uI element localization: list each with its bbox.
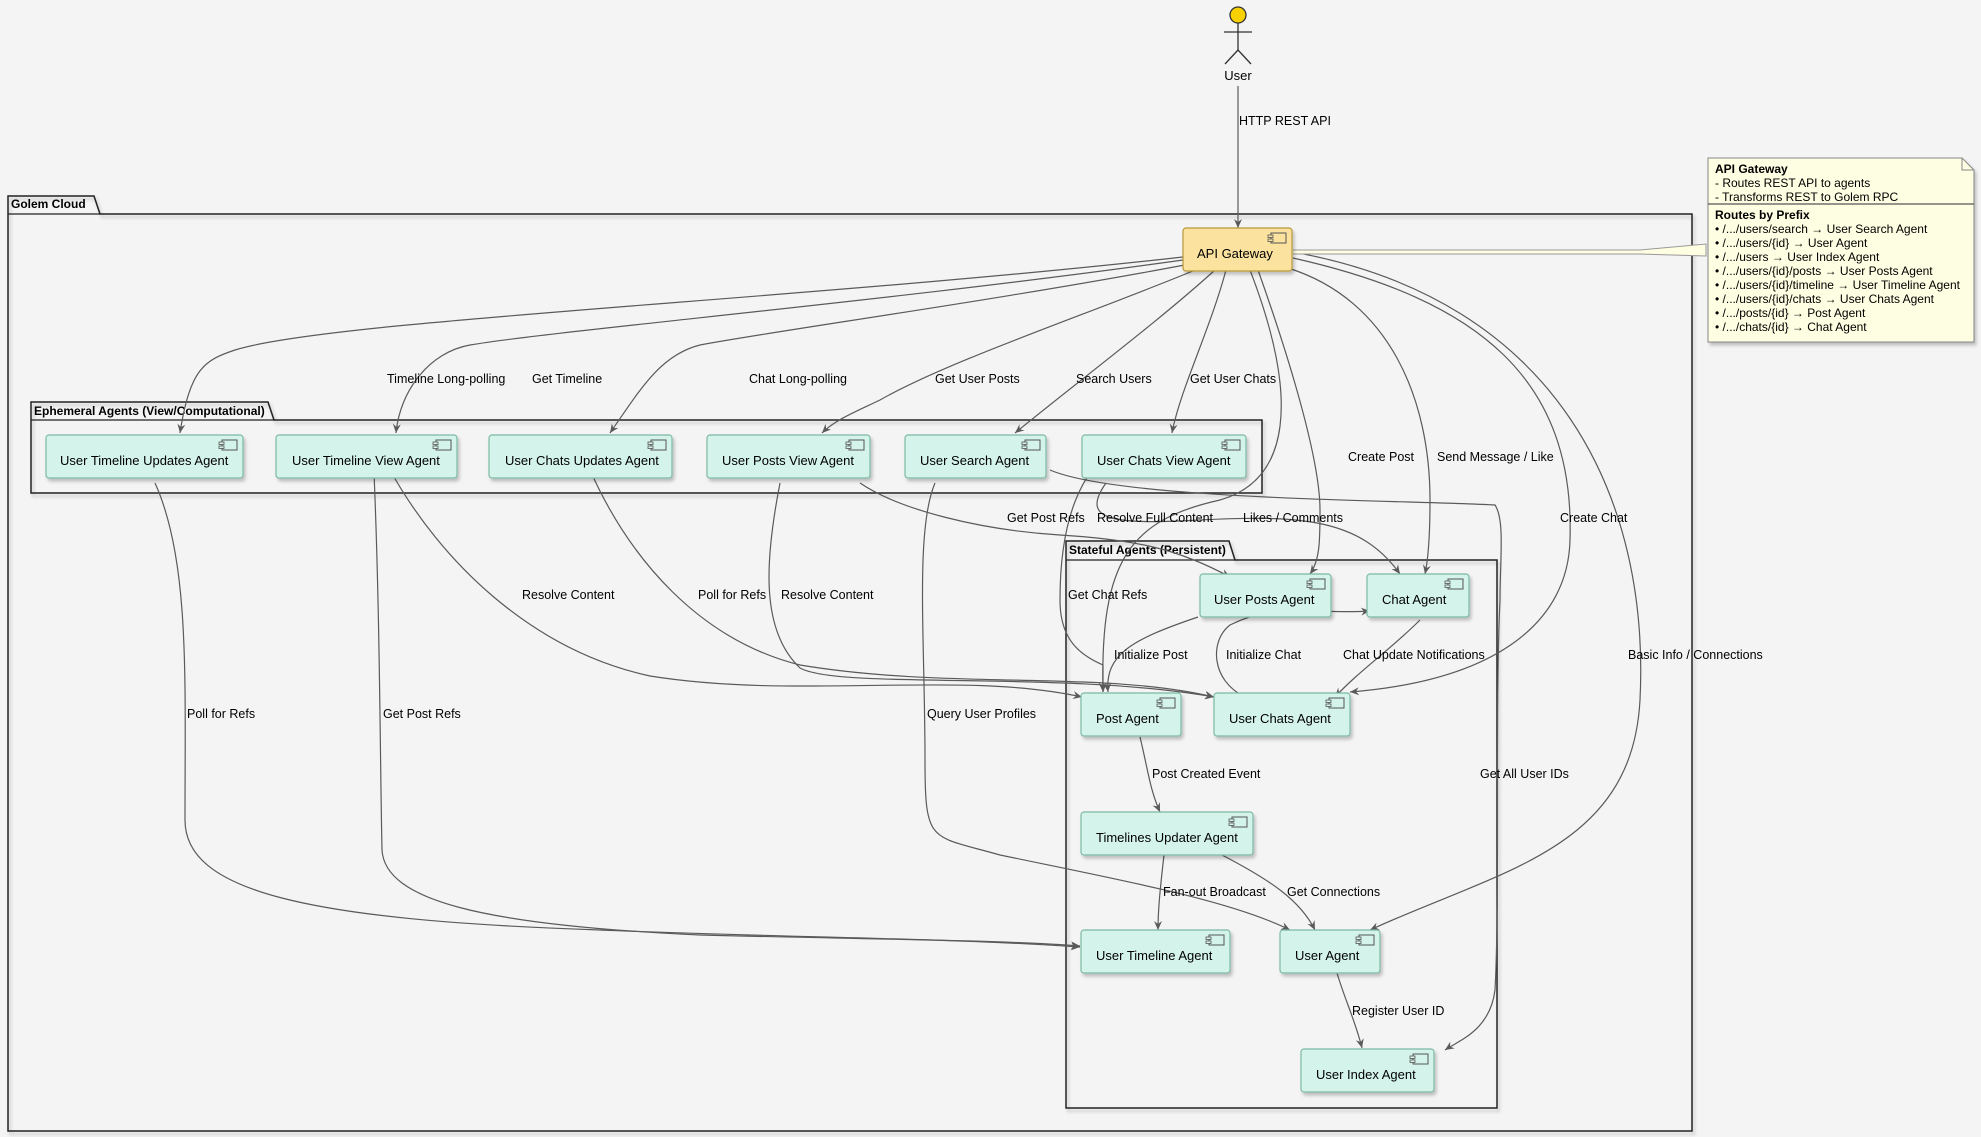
edge-likes-comments (1098, 269, 1282, 693)
component-label-user-chats: User Chats Agent (1229, 711, 1331, 726)
note-route: • /.../posts/{id} → Post Agent (1715, 306, 1866, 320)
edge-label-post-created-event: Post Created Event (1152, 767, 1261, 781)
edge-label-get-all-user-ids: Get All User IDs (1480, 767, 1569, 781)
edge-get-user-posts (821, 267, 1201, 434)
note-route: • /.../users → User Index Agent (1715, 250, 1880, 264)
component-label-search: User Search Agent (920, 453, 1030, 468)
actor-head-icon (1229, 6, 1247, 24)
component-label-api-gateway: API Gateway (1197, 246, 1273, 261)
component-label-user-index: User Index Agent (1316, 1067, 1416, 1082)
note-route: • /.../users/{id} → User Agent (1715, 236, 1868, 250)
edge-label-http-rest: HTTP REST API (1239, 114, 1331, 128)
component-post-agent[interactable]: Post Agent (1080, 692, 1182, 737)
component-timelines-updater-agent[interactable]: Timelines Updater Agent (1080, 811, 1254, 856)
component-user-index-agent[interactable]: User Index Agent (1300, 1048, 1435, 1093)
edge-label-create-chat: Create Chat (1560, 511, 1628, 525)
component-user-chats-agent[interactable]: User Chats Agent (1213, 692, 1351, 737)
edge-label-poll-for-refs-2: Poll for Refs (187, 707, 255, 721)
component-user-chats-view-agent[interactable]: User Chats View Agent (1081, 434, 1247, 479)
edge-label-resolve-content-2: Resolve Content (781, 588, 874, 602)
note-route: • /.../users/{id}/timeline → User Timeli… (1715, 278, 1961, 292)
edge-label-get-user-posts: Get User Posts (935, 372, 1020, 386)
component-user-agent[interactable]: User Agent (1279, 929, 1381, 974)
architecture-diagram: Golem Cloud Ephemeral Agents (View/Compu… (7, 6, 1975, 1132)
note-connector (1293, 243, 1707, 257)
edge-label-poll-for-refs-1: Poll for Refs (698, 588, 766, 602)
edge-label-chat-update-notifications: Chat Update Notifications (1343, 648, 1485, 662)
component-user-posts-view-agent[interactable]: User Posts View Agent (706, 434, 871, 479)
edge-search-users (1014, 269, 1216, 434)
package-golem-cloud: Golem Cloud (7, 195, 1693, 1132)
note-route: • /.../users/{id}/posts → User Posts Age… (1715, 264, 1933, 278)
edge-label-get-chat-refs: Get Chat Refs (1068, 588, 1147, 602)
edge-create-post (1257, 269, 1321, 575)
edge-timeline-long-polling (177, 256, 1184, 434)
actor-user[interactable]: User (1224, 6, 1252, 83)
component-label-chat: Chat Agent (1382, 592, 1447, 607)
edge-label-resolve-full-content: Resolve Full Content (1097, 511, 1214, 525)
component-user-chats-updates-agent[interactable]: User Chats Updates Agent (488, 434, 673, 479)
edge-label-basic-info: Basic Info / Connections (1628, 648, 1763, 662)
edge-label-likes-comments: Likes / Comments (1243, 511, 1343, 525)
component-label-user-timeline: User Timeline Agent (1096, 948, 1213, 963)
note-route: • /.../users/{id}/chats → User Chats Age… (1715, 292, 1935, 306)
edge-label-query-user-profiles: Query User Profiles (927, 707, 1036, 721)
edge-label-get-user-chats: Get User Chats (1190, 372, 1276, 386)
component-label-post: Post Agent (1096, 711, 1159, 726)
component-chat-agent[interactable]: Chat Agent (1366, 573, 1470, 618)
component-label-chats-updates: User Chats Updates Agent (505, 453, 659, 468)
component-label-posts-view: User Posts View Agent (722, 453, 854, 468)
actor-label: User (1224, 68, 1252, 83)
component-label-timeline-updates: User Timeline Updates Agent (60, 453, 229, 468)
edge-create-chat (1292, 257, 1571, 696)
edge-label-search-users: Search Users (1076, 372, 1152, 386)
edge-label-initialize-chat: Initialize Chat (1226, 648, 1302, 662)
component-user-timeline-view-agent[interactable]: User Timeline View Agent (275, 434, 458, 479)
component-user-timeline-agent[interactable]: User Timeline Agent (1080, 929, 1231, 974)
edge-label-create-post: Create Post (1348, 450, 1415, 464)
component-label-timeline-view: User Timeline View Agent (292, 453, 440, 468)
edge-resolve-content-1 (389, 469, 1083, 699)
edge-chat-long-polling (609, 263, 1191, 434)
edge-label-get-post-refs-2: Get Post Refs (383, 707, 461, 721)
edge-label-register-user-id: Register User ID (1352, 1004, 1444, 1018)
edge-get-post-refs-top (859, 482, 1231, 578)
component-user-posts-agent[interactable]: User Posts Agent (1199, 573, 1332, 618)
note-route: • /.../users/search → User Search Agent (1715, 222, 1928, 236)
note-line: - Routes REST API to agents (1715, 176, 1870, 190)
note-api-gateway: API Gateway - Routes REST API to agents … (1707, 157, 1975, 343)
note-line: - Transforms REST to Golem RPC (1715, 190, 1898, 204)
component-label-user-posts: User Posts Agent (1214, 592, 1315, 607)
edge-label-resolve-content-1: Resolve Content (522, 588, 615, 602)
package-title-golem-cloud: Golem Cloud (11, 197, 86, 211)
package-title-stateful: Stateful Agents (Persistent) (1069, 543, 1226, 557)
edge-send-message (1287, 267, 1431, 575)
edge-get-user-chats (1169, 269, 1227, 434)
edge-label-initialize-post: Initialize Post (1114, 648, 1188, 662)
edge-label-chat-long-polling: Chat Long-polling (749, 372, 847, 386)
edge-label-timeline-long-polling: Timeline Long-polling (387, 372, 505, 386)
note-routes-title: Routes by Prefix (1715, 208, 1810, 222)
edge-label-send-message: Send Message / Like (1437, 450, 1554, 464)
package-title-ephemeral: Ephemeral Agents (View/Computational) (34, 404, 265, 418)
component-label-timelines-updater: Timelines Updater Agent (1096, 830, 1238, 845)
component-user-timeline-updates-agent[interactable]: User Timeline Updates Agent (45, 434, 244, 479)
component-api-gateway[interactable]: API Gateway (1182, 227, 1293, 272)
note-route: • /.../chats/{id} → Chat Agent (1715, 320, 1867, 334)
component-label-user: User Agent (1295, 948, 1360, 963)
component-user-search-agent[interactable]: User Search Agent (904, 434, 1047, 479)
edge-label-get-post-refs-top: Get Post Refs (1007, 511, 1085, 525)
edge-label-get-timeline: Get Timeline (532, 372, 602, 386)
edge-label-fanout-broadcast: Fan-out Broadcast (1163, 885, 1266, 899)
note-title: API Gateway (1715, 162, 1788, 176)
component-label-chats-view: User Chats View Agent (1097, 453, 1231, 468)
edges (154, 86, 1707, 1051)
edge-label-get-connections: Get Connections (1287, 885, 1380, 899)
